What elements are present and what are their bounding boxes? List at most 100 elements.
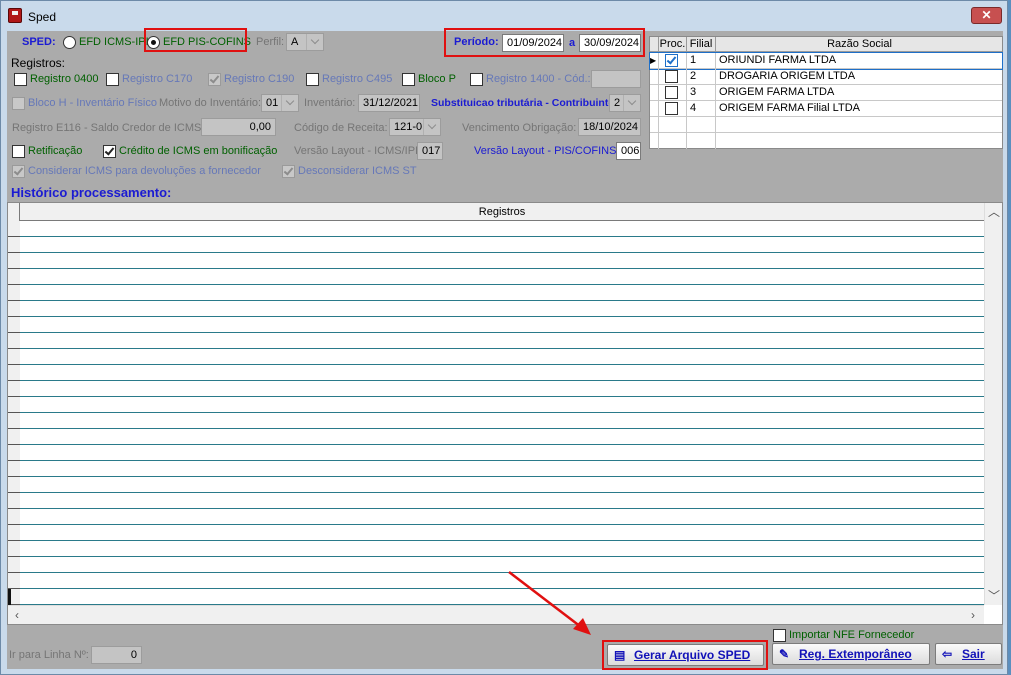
exit-door-icon: ⇦ bbox=[942, 647, 953, 661]
cod-receita-select[interactable]: 121-0 bbox=[389, 118, 441, 136]
motivo-select[interactable]: 01 bbox=[261, 94, 299, 112]
periodo-label: Período: bbox=[454, 36, 499, 48]
highlight-pis-cofins bbox=[144, 28, 247, 52]
registro-1400-code-input[interactable] bbox=[591, 70, 641, 88]
radio-efd-icms-ipi[interactable] bbox=[63, 36, 76, 49]
proc-checkbox[interactable] bbox=[665, 70, 678, 83]
versao-icms-label: Versão Layout - ICMS/IPI: bbox=[294, 145, 422, 157]
e116-label: Registro E116 - Saldo Credor de ICMS: bbox=[12, 122, 205, 134]
header-filial: Filial bbox=[687, 37, 716, 52]
importar-nfe-label: Importar NFE Fornecedor bbox=[789, 629, 915, 641]
chevron-down-icon bbox=[623, 95, 640, 111]
vencimento-label: Vencimento Obrigação: bbox=[462, 122, 577, 134]
perfil-label: Perfil: bbox=[256, 36, 285, 48]
scroll-up-icon[interactable]: ︿ bbox=[987, 205, 1001, 219]
ir-linha-input[interactable]: 0 bbox=[91, 646, 142, 664]
horizontal-scrollbar[interactable]: ‹ › bbox=[8, 605, 984, 624]
filial-cell: 3 bbox=[687, 85, 716, 101]
filial-cell: 4 bbox=[687, 101, 716, 117]
substituicao-select[interactable]: 2 bbox=[609, 94, 641, 112]
proc-checkbox[interactable] bbox=[665, 86, 678, 99]
retificacao-checkbox[interactable] bbox=[12, 145, 25, 158]
registro-c495-checkbox[interactable] bbox=[306, 73, 319, 86]
periodo-start-input[interactable]: 01/09/2024 bbox=[502, 34, 564, 52]
header-razao-social: Razão Social bbox=[827, 38, 892, 50]
registro-1400-label: Registro 1400 - Cód.: bbox=[486, 73, 591, 85]
cod-receita-label: Código de Receita: bbox=[294, 122, 388, 134]
proc-checkbox[interactable] bbox=[665, 102, 678, 115]
periodo-end-input[interactable]: 30/09/2024 bbox=[579, 34, 641, 52]
radio-efd-icms-ipi-label: EFD ICMS-IPI bbox=[79, 36, 149, 48]
periodo-separator: a bbox=[569, 37, 576, 49]
vertical-scrollbar[interactable]: ︿ ﹀ bbox=[984, 203, 1002, 605]
registros-column-header: Registros bbox=[20, 203, 984, 221]
registros-title: Registros: bbox=[11, 56, 66, 70]
company-grid: Proc. Filial Razão Social ▶ 1 ORIUNDI FA… bbox=[649, 36, 1003, 149]
generate-file-icon: ▤ bbox=[614, 648, 626, 662]
ir-linha-label: Ir para Linha Nº: bbox=[9, 649, 89, 661]
registro-0400-checkbox[interactable] bbox=[14, 73, 27, 86]
company-row[interactable]: 3 ORIGEM FARMA LTDA bbox=[650, 85, 1002, 101]
substituicao-label: Substituicao tributária - Contribuinte: bbox=[431, 97, 618, 109]
row-pointer-icon: ▶ bbox=[650, 53, 659, 69]
importar-nfe-checkbox[interactable] bbox=[773, 629, 786, 642]
registro-c170-label: Registro C170 bbox=[122, 73, 193, 85]
gerar-arquivo-sped-button[interactable]: ▤ Gerar Arquivo SPED bbox=[607, 644, 764, 666]
edit-document-icon: ✎ bbox=[779, 647, 790, 661]
historico-title: Histórico processamento: bbox=[11, 185, 172, 200]
header-proc: Proc. bbox=[659, 37, 687, 52]
considerar-icms-checkbox[interactable] bbox=[12, 165, 25, 178]
proc-checkbox[interactable] bbox=[665, 54, 678, 67]
bloco-p-checkbox[interactable] bbox=[402, 73, 415, 86]
bloco-p-label: Bloco P bbox=[418, 73, 456, 85]
razao-social-cell: ORIGEM FARMA Filial LTDA bbox=[719, 102, 860, 114]
versao-icms-input[interactable]: 017 bbox=[417, 142, 443, 160]
chevron-down-icon bbox=[281, 95, 298, 111]
chevron-down-icon bbox=[423, 119, 440, 135]
credito-icms-checkbox[interactable] bbox=[103, 145, 116, 158]
historico-rows bbox=[20, 221, 984, 605]
bloco-h-checkbox[interactable] bbox=[12, 97, 25, 110]
reg-extemporaneo-button[interactable]: ✎ Reg. Extemporâneo bbox=[772, 643, 930, 665]
razao-social-cell: ORIUNDI FARMA LTDA bbox=[719, 54, 837, 66]
registro-c190-label: Registro C190 bbox=[224, 73, 295, 85]
razao-social-cell: ORIGEM FARMA LTDA bbox=[719, 86, 835, 98]
app-icon bbox=[8, 8, 22, 23]
scroll-right-icon[interactable]: › bbox=[966, 608, 980, 622]
perfil-select[interactable]: A bbox=[286, 33, 324, 51]
bloco-h-label: Bloco H - Inventário Físico bbox=[28, 97, 157, 109]
close-icon: ✕ bbox=[981, 8, 992, 22]
motivo-label: Motivo do Inventário: bbox=[159, 97, 262, 109]
razao-social-cell: DROGARIA ORIGEM LTDA bbox=[719, 70, 856, 82]
close-button[interactable]: ✕ bbox=[971, 7, 1002, 24]
e116-input[interactable]: 0,00 bbox=[201, 118, 276, 136]
registro-1400-checkbox[interactable] bbox=[470, 73, 483, 86]
vencimento-input[interactable]: 18/10/2024 bbox=[578, 118, 641, 136]
registro-c170-checkbox[interactable] bbox=[106, 73, 119, 86]
sped-window: Sped ✕ SPED: EFD ICMS-IPI EFD PIS-COFINS… bbox=[0, 0, 1008, 675]
chevron-down-icon bbox=[306, 34, 323, 50]
inventario-input[interactable]: 31/12/2021 bbox=[358, 94, 420, 112]
credito-icms-label: Crédito de ICMS em bonificação bbox=[119, 145, 278, 157]
company-row[interactable]: 2 DROGARIA ORIGEM LTDA bbox=[650, 69, 1002, 85]
registro-0400-label: Registro 0400 bbox=[30, 73, 99, 85]
versao-pis-label: Versão Layout - PIS/COFINS: bbox=[474, 145, 620, 157]
company-row-empty bbox=[650, 133, 1002, 149]
desconsiderar-icms-st-checkbox[interactable] bbox=[282, 165, 295, 178]
red-arrow-annotation bbox=[508, 571, 591, 635]
company-row-empty bbox=[650, 117, 1002, 133]
registro-c190-checkbox[interactable] bbox=[208, 73, 221, 86]
considerar-icms-label: Considerar ICMS para devoluções a fornec… bbox=[28, 165, 261, 177]
scroll-down-icon[interactable]: ﹀ bbox=[987, 589, 1001, 603]
sair-button[interactable]: ⇦ Sair bbox=[935, 643, 1002, 665]
versao-pis-input[interactable]: 006 bbox=[616, 142, 641, 160]
scroll-left-icon[interactable]: ‹ bbox=[10, 608, 24, 622]
retificacao-label: Retificação bbox=[28, 145, 83, 157]
sped-label: SPED: bbox=[22, 36, 56, 48]
company-row[interactable]: 4 ORIGEM FARMA Filial LTDA bbox=[650, 101, 1002, 117]
inventario-label: Inventário: bbox=[304, 97, 356, 109]
company-row[interactable]: ▶ 1 ORIUNDI FARMA LTDA bbox=[649, 52, 1003, 70]
desconsiderar-icms-st-label: Desconsiderar ICMS ST bbox=[298, 165, 417, 177]
window-title: Sped bbox=[28, 10, 57, 24]
historico-grid: Registros ︿ ﹀ ‹ › bbox=[7, 202, 1003, 625]
